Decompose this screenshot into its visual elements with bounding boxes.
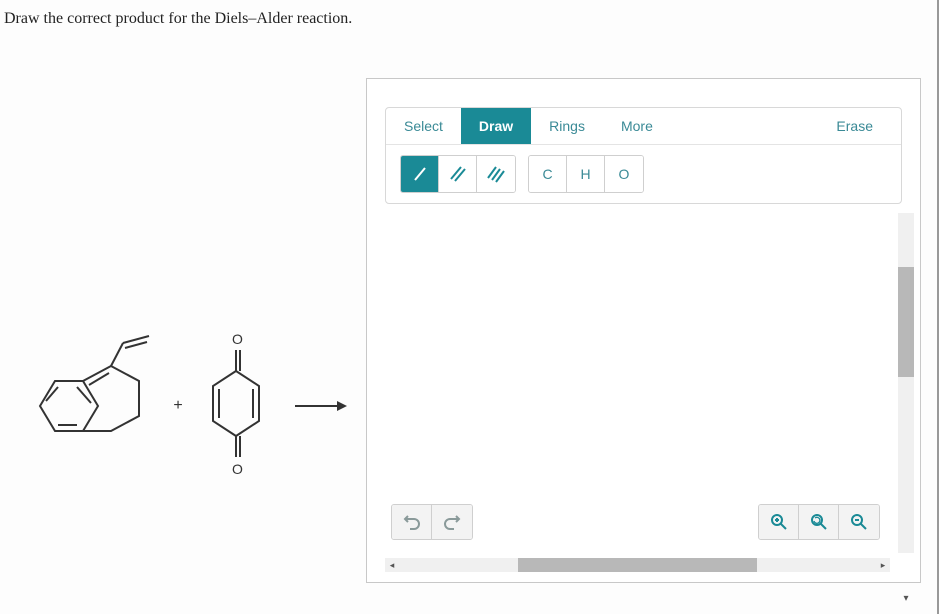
history-group bbox=[391, 504, 473, 540]
double-bond-icon bbox=[449, 165, 467, 183]
scroll-down-arrow-icon[interactable]: ▾ bbox=[898, 590, 914, 606]
reaction-arrow bbox=[295, 405, 345, 407]
horizontal-scroll-track[interactable] bbox=[399, 558, 876, 572]
hydrogen-button[interactable]: H bbox=[567, 156, 605, 192]
vertical-scrollbar[interactable] bbox=[898, 213, 914, 553]
zoom-in-icon bbox=[770, 513, 788, 531]
oxygen-button[interactable]: O bbox=[605, 156, 643, 192]
horizontal-scrollbar[interactable]: ◂ ▸ bbox=[385, 558, 890, 572]
zoom-reset-icon bbox=[810, 513, 828, 531]
tool-row: C H O bbox=[386, 145, 901, 203]
scroll-left-arrow-icon[interactable]: ◂ bbox=[385, 558, 399, 572]
tab-draw[interactable]: Draw bbox=[461, 108, 531, 144]
triple-bond-button[interactable] bbox=[477, 156, 515, 192]
reaction-display: + O O bbox=[0, 208, 360, 583]
redo-icon bbox=[443, 513, 461, 531]
undo-button[interactable] bbox=[392, 505, 432, 539]
tab-select[interactable]: Select bbox=[386, 108, 461, 144]
content-wrapper: + O O bbox=[0, 78, 937, 583]
redo-button[interactable] bbox=[432, 505, 472, 539]
tab-erase[interactable]: Erase bbox=[818, 108, 901, 144]
structure-editor: Select Draw Rings More Erase bbox=[366, 78, 921, 583]
undo-icon bbox=[403, 513, 421, 531]
plus-symbol: + bbox=[173, 397, 182, 415]
zoom-out-icon bbox=[850, 513, 868, 531]
triple-bond-icon bbox=[486, 165, 506, 183]
zoom-out-button[interactable] bbox=[839, 505, 879, 539]
reaction-molecules: + O O bbox=[25, 326, 344, 486]
zoom-in-button[interactable] bbox=[759, 505, 799, 539]
horizontal-scroll-thumb[interactable] bbox=[518, 558, 757, 572]
diene-structure bbox=[25, 331, 155, 481]
single-bond-icon bbox=[412, 165, 428, 183]
drawing-canvas[interactable] bbox=[385, 213, 890, 530]
atom-group: C H O bbox=[528, 155, 644, 193]
tab-more[interactable]: More bbox=[603, 108, 671, 144]
zoom-reset-button[interactable] bbox=[799, 505, 839, 539]
tab-row: Select Draw Rings More Erase bbox=[386, 108, 901, 145]
scroll-right-arrow-icon[interactable]: ▸ bbox=[876, 558, 890, 572]
bond-group bbox=[400, 155, 516, 193]
single-bond-button[interactable] bbox=[401, 156, 439, 192]
vertical-scroll-thumb[interactable] bbox=[898, 267, 914, 377]
svg-text:O: O bbox=[232, 461, 243, 477]
carbon-button[interactable]: C bbox=[529, 156, 567, 192]
svg-text:O: O bbox=[232, 331, 243, 347]
bottom-controls bbox=[391, 504, 880, 540]
editor-toolbar: Select Draw Rings More Erase bbox=[385, 107, 902, 204]
double-bond-button[interactable] bbox=[439, 156, 477, 192]
zoom-group bbox=[758, 504, 880, 540]
question-prompt: Draw the correct product for the Diels–A… bbox=[0, 0, 937, 28]
dienophile-structure: O O bbox=[201, 326, 271, 486]
tab-rings[interactable]: Rings bbox=[531, 108, 603, 144]
